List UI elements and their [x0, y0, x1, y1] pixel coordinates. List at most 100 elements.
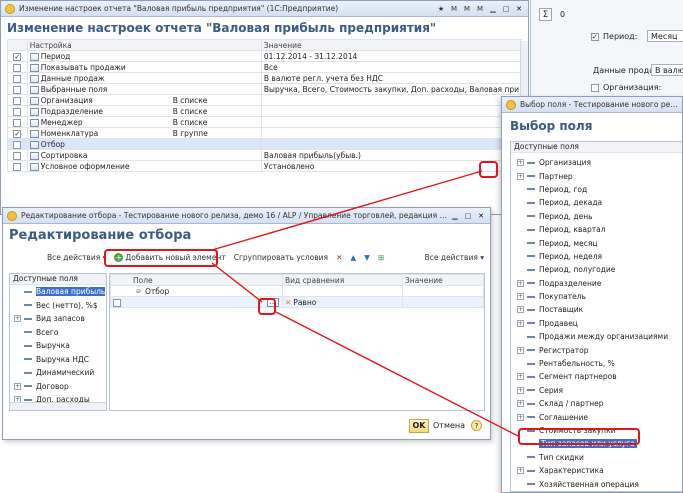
expand-icon[interactable]: +: [14, 315, 21, 323]
field-item[interactable]: +Параметры: [511, 491, 682, 492]
row-checkbox[interactable]: [13, 118, 22, 127]
available-field-item[interactable]: Выручка: [10, 339, 106, 353]
field-item[interactable]: + Характеристика: [511, 464, 682, 477]
all-actions-right-button[interactable]: Все действия ▾: [425, 253, 484, 262]
field-item[interactable]: + Склад / партнер: [511, 397, 682, 410]
field-item[interactable]: + Продавец: [511, 317, 682, 330]
expand-icon[interactable]: +: [14, 382, 21, 390]
row-checkbox[interactable]: [13, 74, 22, 83]
ok-button[interactable]: OK: [409, 419, 429, 433]
row-checkbox[interactable]: [13, 96, 22, 105]
settings-row[interactable]: Показывать продажи Все: [7, 61, 523, 73]
organization-checkbox[interactable]: [591, 84, 599, 92]
available-field-item[interactable]: Всего: [10, 326, 106, 340]
minimize-icon[interactable]: ▁: [488, 4, 498, 14]
collapse-icon[interactable]: ⊖: [135, 288, 142, 295]
setting-value[interactable]: Валовая прибыль(убыв.): [260, 149, 523, 161]
expand-icon[interactable]: +: [517, 172, 524, 180]
row-checkbox[interactable]: ✓: [13, 52, 22, 61]
expand-icon[interactable]: +: [517, 319, 524, 327]
field-item[interactable]: + Покупатель: [511, 290, 682, 303]
field-item[interactable]: Период, декада: [511, 196, 682, 209]
expand-icon[interactable]: +: [517, 413, 524, 421]
column-header-field[interactable]: Поле: [110, 274, 283, 286]
available-field-item[interactable]: Валовая прибыль: [10, 285, 106, 299]
setting-value[interactable]: 01.12.2014 - 31.12.2014: [260, 50, 523, 62]
column-header-value[interactable]: Значение: [260, 39, 523, 51]
field-item[interactable]: + Регистратор: [511, 343, 682, 356]
available-field-item[interactable]: + Вид запасов: [10, 312, 106, 326]
move-up-icon[interactable]: ▲: [350, 253, 356, 262]
row-checkbox[interactable]: [13, 151, 22, 160]
settings-row[interactable]: Данные продаж В валюте регл. учета без НД…: [7, 72, 523, 84]
settings-row[interactable]: Условное оформление Установлено: [7, 160, 523, 172]
period-checkbox[interactable]: ✓: [591, 33, 599, 41]
field-item[interactable]: Рентабельность, %: [511, 357, 682, 370]
setting-value[interactable]: ...: [260, 138, 523, 150]
find-icon[interactable]: ⊞: [378, 253, 384, 262]
cancel-button[interactable]: Отмена: [433, 421, 465, 430]
field-item[interactable]: Период, год: [511, 183, 682, 196]
field-item[interactable]: Продажи между организациями: [511, 330, 682, 343]
maximize-icon[interactable]: □: [501, 4, 511, 14]
sum-button[interactable]: Σ: [539, 8, 552, 21]
all-actions-left-button[interactable]: Все действия ▾: [47, 253, 106, 262]
field-item[interactable]: + Сегмент партнеров: [511, 370, 682, 383]
horizontal-scrollbar[interactable]: [10, 402, 106, 410]
setting-value[interactable]: [260, 116, 523, 128]
move-down-icon[interactable]: ▼: [364, 253, 370, 262]
sales-data-select[interactable]: В валют: [651, 64, 683, 76]
field-item[interactable]: + Соглашение: [511, 410, 682, 423]
field-item[interactable]: + Организация: [511, 156, 682, 169]
filter-group-row[interactable]: ⊖ Отбор: [110, 285, 484, 297]
expand-icon[interactable]: +: [517, 306, 524, 314]
column-header-comparison[interactable]: Вид сравнения: [282, 274, 403, 286]
filter-condition-row[interactable]: ... ✕ Равно: [110, 296, 484, 308]
memo-icon[interactable]: M: [449, 4, 459, 14]
row-checkbox[interactable]: [13, 162, 22, 171]
favorites-icon[interactable]: ★: [436, 4, 446, 14]
field-item[interactable]: + Поставщик: [511, 303, 682, 316]
setting-value[interactable]: [260, 94, 523, 106]
setting-value[interactable]: Все: [260, 61, 523, 73]
close-icon[interactable]: ✕: [514, 4, 524, 14]
setting-value[interactable]: Выручка, Всего, Стоимость закупки, Доп. …: [260, 83, 523, 95]
row-checkbox[interactable]: [13, 85, 22, 94]
available-field-item[interactable]: Динамический: [10, 366, 106, 380]
period-select[interactable]: Месяц: [647, 30, 683, 42]
available-field-item[interactable]: Выручка НДС: [10, 353, 106, 367]
column-header-value[interactable]: Значение: [402, 274, 484, 286]
memo-minus-icon[interactable]: M: [475, 4, 485, 14]
comparison-cell[interactable]: ✕ Равно: [282, 296, 403, 308]
expand-icon[interactable]: +: [517, 346, 524, 354]
column-header-setting[interactable]: Настройка: [26, 39, 262, 51]
setting-value[interactable]: [260, 127, 523, 139]
expand-icon[interactable]: +: [517, 279, 524, 287]
field-item[interactable]: Период, месяц: [511, 236, 682, 249]
expand-icon[interactable]: +: [517, 386, 524, 394]
field-item[interactable]: + Партнер: [511, 169, 682, 182]
expand-icon[interactable]: +: [517, 400, 524, 408]
close-icon[interactable]: ✕: [476, 211, 486, 221]
settings-row[interactable]: ✓ Номенклатура В группе: [7, 127, 523, 139]
settings-row[interactable]: Отбор...: [7, 138, 523, 150]
field-item[interactable]: Тип скидки: [511, 451, 682, 464]
field-item[interactable]: Период, неделя: [511, 250, 682, 263]
row-checkbox[interactable]: ✓: [13, 129, 22, 138]
maximize-icon[interactable]: □: [463, 211, 473, 221]
group-conditions-button[interactable]: Сгруппировать условия: [234, 253, 328, 262]
field-item[interactable]: Период, полугодие: [511, 263, 682, 276]
expand-icon[interactable]: +: [517, 373, 524, 381]
row-checkbox[interactable]: [13, 63, 22, 72]
field-item[interactable]: + Серия: [511, 384, 682, 397]
value-cell[interactable]: [402, 296, 484, 308]
expand-icon[interactable]: +: [517, 159, 524, 167]
setting-value[interactable]: [260, 105, 523, 117]
field-item[interactable]: Период, день: [511, 210, 682, 223]
settings-row[interactable]: ✓ Период 01.12.2014 - 31.12.2014: [7, 50, 523, 62]
field-item[interactable]: Хозяйственная операция: [511, 477, 682, 490]
settings-row[interactable]: Сортировка Валовая прибыль(убыв.): [7, 149, 523, 161]
field-item[interactable]: Период, квартал: [511, 223, 682, 236]
setting-value[interactable]: В валюте регл. учета без НДС: [260, 72, 523, 84]
available-field-item[interactable]: Вес (нетто), %$: [10, 299, 106, 313]
